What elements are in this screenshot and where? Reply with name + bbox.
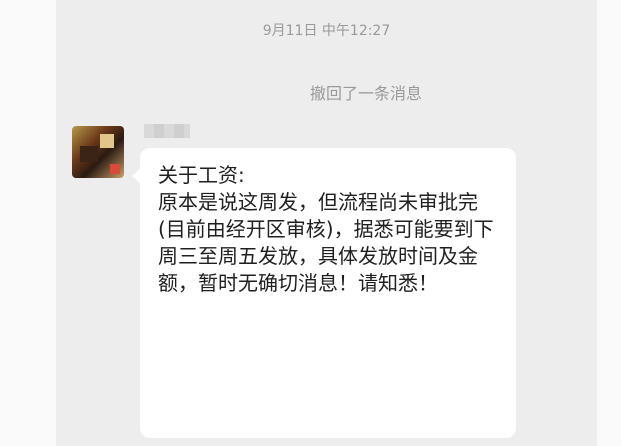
message-bubble[interactable]: 关于工资: 原本是说这周发，但流程尚未审批完(目前由经开区审核)，据悉可能要到下… (132, 148, 516, 438)
chat-message-area[interactable]: 9月11日 中午12:27 撤回了一条消息 关于工资: 原本是说这周发，但流程尚… (56, 0, 597, 446)
sender-name-blurred (144, 124, 190, 138)
message-timestamp: 9月11日 中午12:27 (262, 23, 391, 39)
redaction-blur (180, 356, 460, 386)
recalled-message-notice: 撤回了一条消息 (309, 84, 422, 103)
sender-avatar[interactable] (72, 126, 124, 178)
redaction-blur (218, 326, 418, 356)
right-margin (597, 0, 621, 446)
avatar-pixel (80, 146, 98, 162)
left-margin (0, 0, 56, 446)
avatar-pixel (100, 134, 114, 148)
avatar-pixel (110, 164, 120, 174)
message-text: 关于工资: 原本是说这周发，但流程尚未审批完(目前由经开区审核)，据悉可能要到下… (158, 163, 494, 295)
